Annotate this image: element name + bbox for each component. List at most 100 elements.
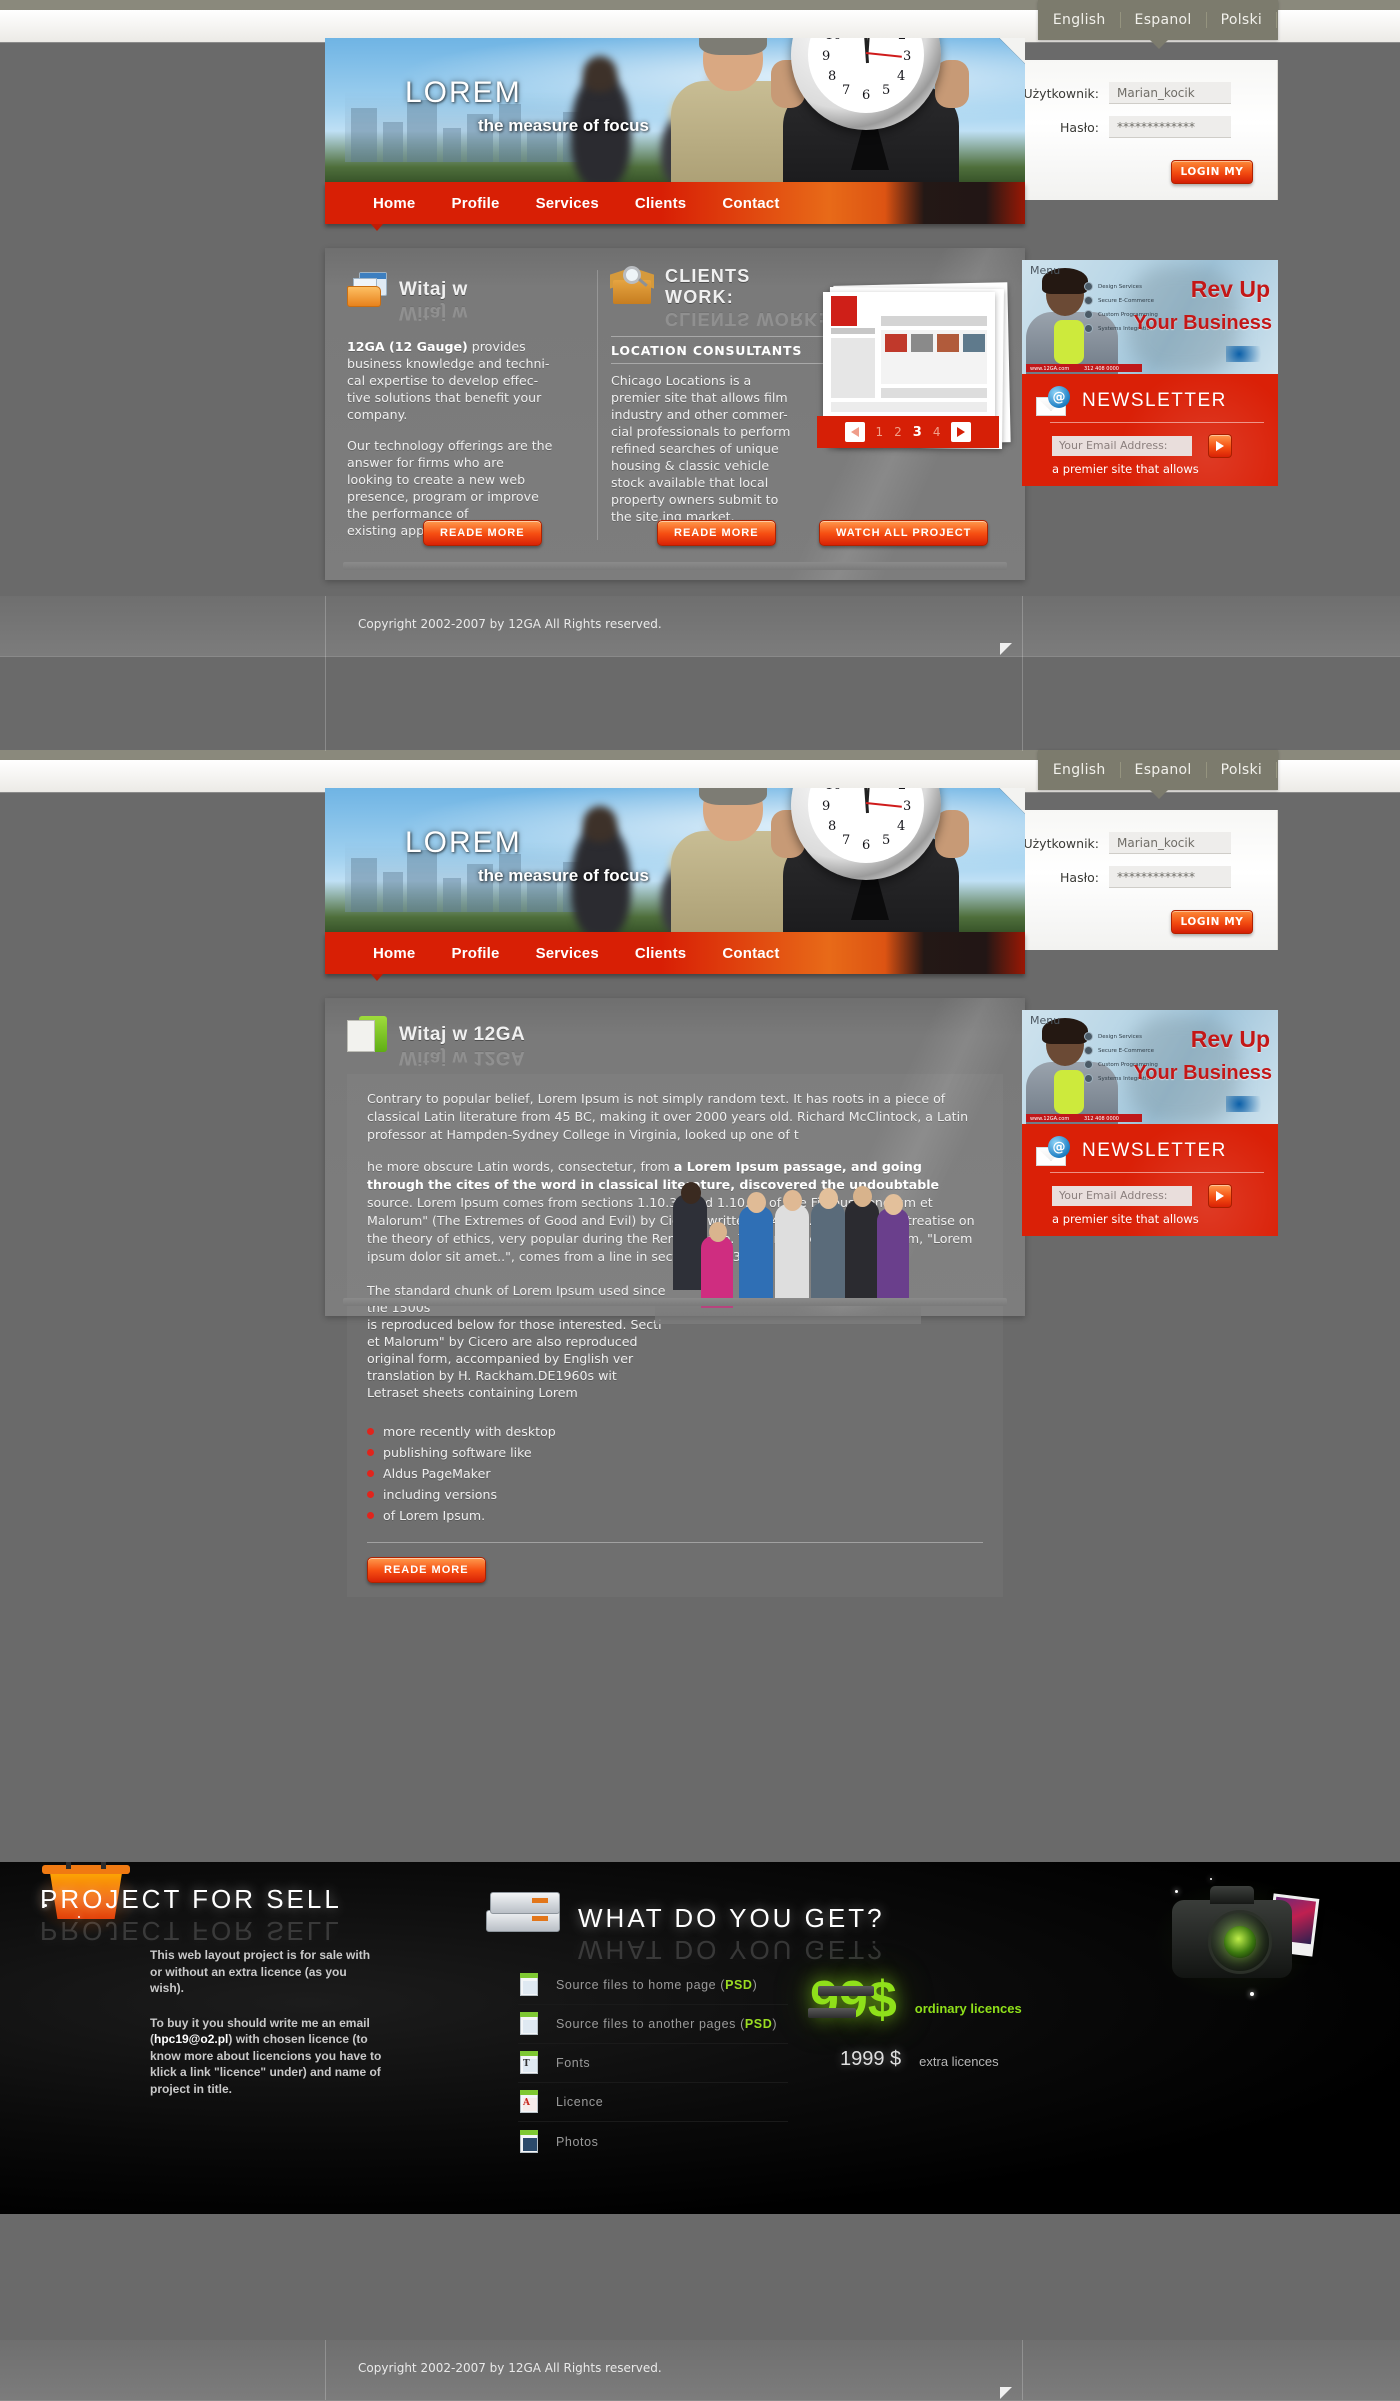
welcome-p2-l1: Our technology offerings are the [347, 438, 553, 453]
clients-body: Chicago Locations is a premier site that… [611, 372, 823, 525]
hero-brand-2: LOREM [405, 826, 522, 859]
language-option-espanol-2[interactable]: Espanol [1121, 762, 1207, 778]
clients-line-5: refined searches of unique [611, 441, 779, 456]
newsletter-submit-button[interactable] [1208, 434, 1232, 458]
bullet-dot-icon [367, 1512, 374, 1519]
get-item-3[interactable]: A Licence [518, 2083, 788, 2122]
get-item-0[interactable]: Source files to home page (PSD) [518, 1966, 788, 2005]
nav-item-contact-2[interactable]: Contact [704, 945, 797, 962]
hero-banner-2: LOREM the measure of focus 12 1 2 3 4 5 … [325, 788, 1025, 938]
banner-bullet-1: Secure E-Commerce [1084, 296, 1158, 305]
slider-pager: 1 2 3 4 [817, 416, 999, 448]
language-switcher[interactable]: English Espanol Polski [1038, 0, 1278, 49]
nav-item-profile[interactable]: Profile [433, 195, 517, 212]
nav-item-home-2[interactable]: Home [355, 945, 433, 962]
about-paragraph-1: Contrary to popular belief, Lorem Ipsum … [367, 1091, 969, 1142]
nav-item-profile-2[interactable]: Profile [433, 945, 517, 962]
nav-item-services-2[interactable]: Services [518, 945, 617, 962]
clients-read-more-button[interactable]: READE MORE [657, 520, 776, 546]
promo-extra-price-label: extra licences [919, 2054, 999, 2069]
username-input-2[interactable]: Marian_kocik [1109, 832, 1231, 854]
welcome-p2-l4: presence, program or improve [347, 489, 539, 504]
bullet-dot-icon [367, 1491, 374, 1498]
clients-heading: CLIENTS WORK: [610, 266, 823, 308]
clients-line-8: property owners submit to [611, 492, 779, 507]
language-option-english[interactable]: English [1039, 12, 1121, 28]
home-corner-flag [1000, 643, 1012, 655]
login-panel-2: Użytkownik: Marian_kocik Hasło: ********… [1022, 810, 1278, 950]
file-psd-icon [518, 2012, 540, 2036]
language-option-english-2[interactable]: English [1039, 762, 1121, 778]
login-button[interactable]: LOGIN MY [1171, 160, 1253, 184]
slider-page-4[interactable]: 4 [933, 425, 941, 439]
promo-sell-paragraph-2: To buy it you should write me an email (… [150, 2015, 400, 2098]
newsletter-submit-button-2[interactable] [1208, 1184, 1232, 1208]
hero-banner: LOREM the measure of focus 12 1 2 3 4 5 … [325, 38, 1025, 188]
nav-item-clients[interactable]: Clients [617, 195, 704, 212]
slider-page-1[interactable]: 1 [876, 425, 884, 439]
nav-item-home[interactable]: Home [355, 195, 433, 212]
welcome-read-more-button[interactable]: READE MORE [423, 520, 542, 546]
slider-next-button[interactable] [951, 422, 972, 442]
newsletter-email-input[interactable]: Your Email Address: [1052, 436, 1192, 456]
file-photo-icon [518, 2129, 540, 2154]
about-p3-l4: original form, accompanied by English ve… [367, 1351, 634, 1366]
welcome-block: Witaj w 12GA (12 Gauge) provides busines… [347, 272, 579, 539]
home-content-panel: Witaj w 12GA (12 Gauge) provides busines… [325, 248, 1025, 580]
login-button-2[interactable]: LOGIN MY [1171, 910, 1253, 934]
slider-thumbnail[interactable] [823, 292, 995, 418]
sidebar-promo-banner[interactable]: Menu Design Services Secure E-Commerce C… [1022, 260, 1278, 374]
promo-main-price: 99$ [810, 1971, 897, 2029]
username-input[interactable]: Marian_kocik [1109, 82, 1231, 104]
slider-prev-button[interactable] [844, 422, 865, 442]
arrow-right-icon [1216, 441, 1224, 451]
sidebar-promo-banner-2[interactable]: Menu Design Services Secure E-Commerce C… [1022, 1010, 1278, 1124]
get-item-tag-0: PSD [725, 1978, 753, 1992]
welcome-p2-l5: the performance of [347, 506, 469, 521]
get-item-1[interactable]: Source files to another pages (PSD) [518, 2005, 788, 2044]
password-row-2: Hasło: ************* [1023, 866, 1231, 888]
about-content-panel: Witaj w 12GA Contrary to popular belief,… [325, 998, 1025, 1583]
nav-active-arrow [371, 224, 383, 231]
get-item-label-4: Photos [556, 2134, 599, 2149]
language-tab-nub [1150, 40, 1168, 49]
list-item: Aldus PageMaker [367, 1465, 983, 1482]
promo-sell-email[interactable]: hpc19@o2.pl [154, 2032, 228, 2046]
clients-subtitle: LOCATION CONSULTANTS [611, 343, 803, 358]
get-item-4[interactable]: Photos [518, 2122, 788, 2161]
clients-line-4: cial professionals to perform [611, 424, 791, 439]
nav-item-clients-2[interactable]: Clients [617, 945, 704, 962]
slider-page-2[interactable]: 2 [894, 425, 902, 439]
file-pdf-icon: A [518, 2090, 540, 2114]
banner-headline-1: Rev Up [1190, 276, 1270, 302]
welcome-line3: tive solutions that benefit your [347, 390, 542, 405]
newsletter-email-input-2[interactable]: Your Email Address: [1052, 1186, 1192, 1206]
language-option-polski-2[interactable]: Polski [1207, 762, 1278, 778]
nav-photo-overlay [885, 182, 1025, 224]
project-slider: 1 2 3 4 [813, 282, 1011, 468]
promo-sell-column: PROJECT FOR SELL This web layout project… [30, 1862, 460, 2098]
password-input-2[interactable]: ************* [1109, 866, 1231, 888]
banner-site-label: www.12GA.com [1030, 366, 1070, 372]
welcome-lead: 12GA (12 Gauge) [347, 339, 468, 354]
bullet-dot-icon [367, 1449, 374, 1456]
slider-page-3[interactable]: 3 [913, 425, 922, 440]
language-option-espanol[interactable]: Espanol [1121, 12, 1207, 28]
nav-item-contact[interactable]: Contact [704, 195, 797, 212]
home-footer [0, 596, 1400, 656]
get-item-2[interactable]: T Fonts [518, 2044, 788, 2083]
language-switcher-2[interactable]: English Espanol Polski [1038, 750, 1278, 799]
watch-all-project-button[interactable]: WATCH ALL PROJECT [819, 520, 989, 546]
document-green-icon [347, 1016, 387, 1054]
newsletter-box-2: @ NEWSLETTER Your Email Address: a premi… [1022, 1124, 1278, 1236]
nav-item-services[interactable]: Services [518, 195, 617, 212]
password-input[interactable]: ************* [1109, 116, 1231, 138]
banner-phone: 312 408 0000 [1084, 366, 1119, 372]
about-read-more-button[interactable]: READE MORE [367, 1557, 486, 1583]
welcome-title: Witaj w [399, 279, 468, 301]
language-option-polski[interactable]: Polski [1207, 12, 1278, 28]
list-item: of Lorem Ipsum. [367, 1507, 983, 1524]
page-fold-corner [999, 38, 1025, 64]
banner-headline-2: Your Business [1133, 312, 1272, 334]
banner-bullet-0: Design Services [1084, 282, 1158, 291]
